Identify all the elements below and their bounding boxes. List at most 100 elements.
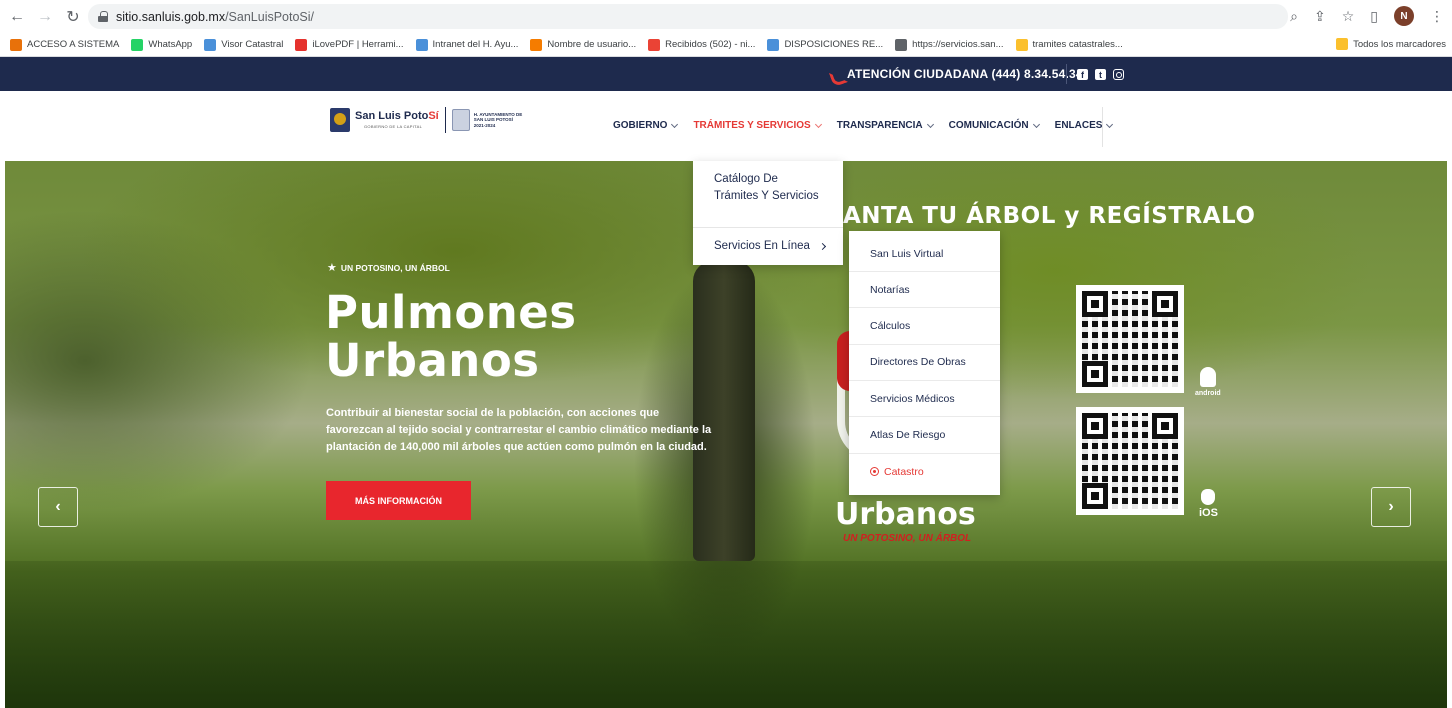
- menu-item-label: TRANSPARENCIA: [836, 120, 923, 131]
- hero-title: Pulmones Urbanos: [325, 286, 577, 387]
- site-logo[interactable]: San Luis PotoSí GOBIERNO DE LA CAPITAL H…: [330, 107, 524, 133]
- ios-label: iOS: [1199, 507, 1218, 519]
- topbar-divider: [1066, 64, 1067, 84]
- submenu-item[interactable]: Directores De Obras: [849, 345, 1000, 381]
- menu-item-comunicacion[interactable]: COMUNICACIÓN: [948, 120, 1040, 131]
- facebook-icon[interactable]: f: [1077, 69, 1088, 80]
- servicios-en-linea-submenu: San Luis Virtual Notarías Cálculos Director…: [849, 231, 1000, 495]
- city-crest-icon: [330, 108, 350, 132]
- forward-icon[interactable]: →: [34, 6, 56, 28]
- submenu-item-label: San Luis Virtual: [870, 247, 944, 260]
- submenu-item-label: Catastro: [884, 465, 924, 478]
- bookmark-favicon-icon: [767, 38, 780, 51]
- logo-title: San Luis PotoSí: [355, 110, 439, 122]
- twitter-icon[interactable]: t: [1095, 69, 1106, 80]
- banner-slogan: UN POTOSINO, UN ÁRBOL: [843, 533, 972, 544]
- bookmark-label: Intranet del H. Ayu...: [432, 39, 519, 50]
- android-qr-code: [1076, 285, 1184, 393]
- bookmark-item[interactable]: Intranet del H. Ayu...: [415, 38, 519, 51]
- zoom-icon[interactable]: ⌕: [1290, 8, 1298, 25]
- menu-item-enlaces[interactable]: ENLACES: [1054, 120, 1114, 131]
- ayuntamiento-crest-icon: [451, 109, 470, 131]
- menu-divider: [1102, 107, 1103, 147]
- banner-title: ANTA TU ÁRBOL y REGÍSTRALO: [843, 203, 1256, 229]
- menu-item-label: GOBIERNO: [613, 120, 668, 131]
- menu-item-label: ENLACES: [1054, 120, 1103, 131]
- menu-item-transparencia[interactable]: TRANSPARENCIA: [836, 120, 934, 131]
- share-icon[interactable]: ⇪: [1314, 8, 1326, 25]
- side-panel-icon[interactable]: ▯: [1370, 8, 1378, 25]
- dropdown-item-servicios-en-linea[interactable]: Servicios En Línea: [714, 238, 826, 255]
- bookmark-label: tramites catastrales...: [1032, 39, 1123, 50]
- hero-description: Contribuir al bienestar social de la pob…: [326, 407, 712, 453]
- bookmark-item[interactable]: Visor Catastral: [204, 38, 284, 51]
- menu-item-label: COMUNICACIÓN: [948, 120, 1029, 131]
- bookmark-item[interactable]: WhatsApp: [131, 38, 192, 51]
- browser-toolbar: ← → ↻ sitio.sanluis.gob.mx/SanLuisPotoSi…: [0, 0, 1452, 33]
- submenu-item[interactable]: Atlas De Riesgo: [849, 418, 1000, 454]
- menu-item-gobierno[interactable]: GOBIERNO: [613, 120, 679, 131]
- chevron-down-icon: [671, 120, 679, 128]
- submenu-item-label: Directores De Obras: [870, 356, 966, 369]
- back-icon[interactable]: ←: [6, 6, 28, 28]
- chevron-down-icon: [1032, 120, 1040, 128]
- android-label: android: [1195, 390, 1221, 397]
- more-info-button[interactable]: MÁS INFORMACIÓN: [326, 481, 471, 520]
- bookmark-label: Visor Catastral: [221, 39, 284, 50]
- slider-next-button[interactable]: ›: [1371, 487, 1411, 527]
- bookmark-favicon-icon: [415, 38, 428, 51]
- bookmark-label: iLovePDF | Herrami...: [312, 39, 404, 50]
- instagram-icon[interactable]: [1113, 69, 1124, 80]
- profile-avatar[interactable]: N: [1394, 6, 1414, 26]
- site-topbar: ATENCIÓN CIUDADANA (444) 8.34.54.34 f t: [0, 57, 1452, 91]
- url-text: sitio.sanluis.gob.mx/SanLuisPotoSi/: [116, 9, 315, 24]
- all-bookmarks[interactable]: Todos los marcadores: [1336, 38, 1446, 50]
- phone-icon: [830, 68, 842, 80]
- ios-qr-code: [1076, 407, 1184, 515]
- slider-prev-button[interactable]: ‹: [38, 487, 78, 527]
- target-icon: [870, 467, 879, 477]
- chevron-right-icon: [818, 242, 826, 251]
- dropdown-item-label: Servicios En Línea: [714, 240, 810, 252]
- reload-icon[interactable]: ↻: [62, 6, 84, 28]
- bookmark-item[interactable]: tramites catastrales...: [1015, 38, 1123, 51]
- chevron-down-icon: [926, 120, 934, 128]
- bookmark-item[interactable]: ACCESO A SISTEMA: [10, 38, 119, 51]
- submenu-item[interactable]: Catastro: [849, 454, 1000, 490]
- bookmark-item[interactable]: iLovePDF | Herrami...: [295, 38, 404, 51]
- bookmark-favicon-icon: [131, 38, 144, 51]
- apple-icon: iOS: [1199, 489, 1218, 519]
- menu-item-tramites[interactable]: TRÁMITES Y SERVICIOS: [693, 120, 822, 131]
- dropdown-item-catalogo[interactable]: Catálogo De Trámites Y Servicios: [714, 171, 824, 205]
- address-bar[interactable]: sitio.sanluis.gob.mx/SanLuisPotoSi/: [88, 4, 1288, 29]
- attention-line[interactable]: ATENCIÓN CIUDADANA (444) 8.34.54.34: [830, 67, 1083, 81]
- bookmark-favicon-icon: [295, 38, 308, 51]
- submenu-item[interactable]: Notarías: [849, 272, 1000, 309]
- menu-dots-icon[interactable]: ⋮: [1430, 8, 1444, 25]
- bookmark-favicon-icon: [530, 38, 543, 51]
- submenu-item-label: Cálculos: [870, 320, 911, 333]
- bookmark-item[interactable]: DISPOSICIONES RE...: [767, 38, 884, 51]
- submenu-item[interactable]: Cálculos: [849, 309, 1000, 345]
- bookmark-label: DISPOSICIONES RE...: [784, 39, 884, 50]
- android-icon: android: [1195, 367, 1221, 397]
- submenu-item[interactable]: Servicios Médicos: [849, 381, 1000, 418]
- ayuntamiento-text: H. AYUNTAMIENTO DE SAN LUIS POTOSÍ 2021-…: [473, 111, 523, 128]
- bookmark-item[interactable]: Recibidos (502) - ni...: [648, 38, 755, 51]
- submenu-item-label: Notarías: [870, 283, 910, 296]
- star-icon: ★: [327, 262, 337, 274]
- submenu-item-label: Atlas De Riesgo: [870, 429, 946, 441]
- bookmark-favicon-icon: [648, 38, 661, 51]
- submenu-item[interactable]: San Luis Virtual: [849, 236, 1000, 272]
- bookmark-item[interactable]: https://servicios.san...: [895, 38, 1004, 51]
- bookmarks-bar: ACCESO A SISTEMA WhatsApp Visor Catastral i…: [0, 33, 1452, 57]
- main-menu: GOBIERNO TRÁMITES Y SERVICIOS TRANSPARENCI…: [613, 120, 1128, 131]
- bookmark-star-icon[interactable]: ☆: [1342, 8, 1355, 25]
- bookmark-favicon-icon: [1015, 38, 1028, 51]
- ground-shadow: [5, 561, 1447, 708]
- bookmark-item[interactable]: Nombre de usuario...: [530, 38, 636, 51]
- chevron-down-icon: [814, 120, 822, 128]
- submenu-item-label: Servicios Médicos: [870, 392, 955, 405]
- site-header: San Luis PotoSí GOBIERNO DE LA CAPITAL H…: [0, 91, 1452, 161]
- logo-divider: [444, 107, 446, 133]
